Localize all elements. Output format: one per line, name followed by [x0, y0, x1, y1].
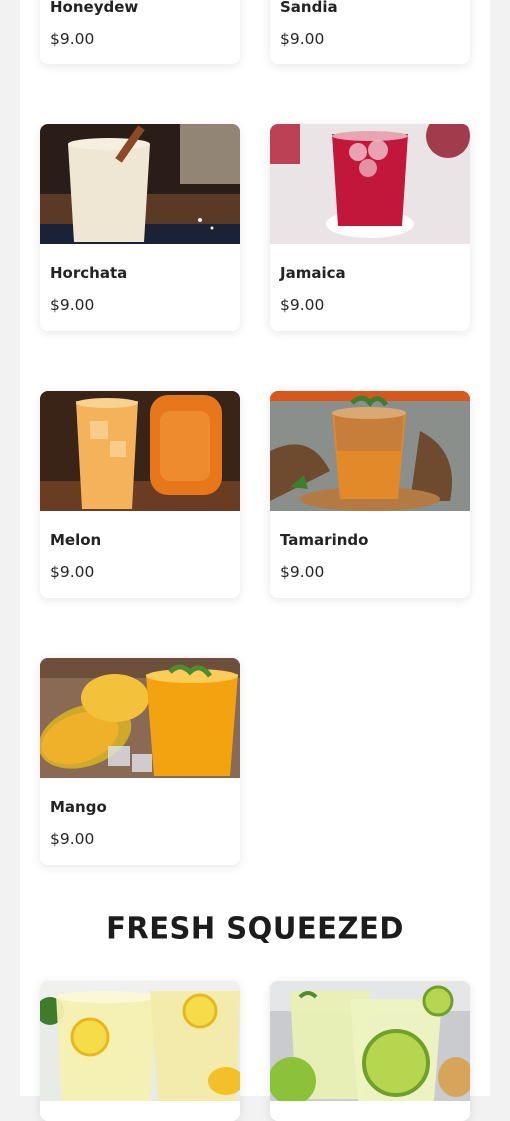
product-name: Mango — [50, 798, 107, 816]
mango-image — [40, 658, 240, 778]
lemonade-image — [40, 981, 240, 1101]
product-name: Horchata — [50, 264, 128, 282]
product-price: $9.00 — [50, 296, 95, 314]
melon-image — [40, 391, 240, 511]
product-name: Sandia — [280, 0, 338, 16]
product-name: Tamarindo — [280, 531, 369, 549]
section-title-fresh-squeezed: FRESH SQUEEZED — [106, 910, 404, 946]
product-card-jamaica[interactable]: Jamaica $9.00 — [270, 124, 470, 331]
tamarindo-image — [270, 391, 470, 511]
product-card-mango[interactable]: Mango $9.00 — [40, 658, 240, 865]
product-name: Honeydew — [50, 0, 139, 16]
product-card-horchata[interactable]: Horchata $9.00 — [40, 124, 240, 331]
product-card-honeydew[interactable]: Honeydew $9.00 — [40, 0, 240, 64]
product-price: $9.00 — [50, 563, 95, 581]
limonada-image — [270, 981, 470, 1101]
product-card-tamarindo[interactable]: Tamarindo $9.00 — [270, 391, 470, 598]
product-card-limonada[interactable] — [270, 981, 470, 1121]
product-card-sandia[interactable]: Sandia $9.00 — [270, 0, 470, 64]
product-price: $9.00 — [50, 30, 95, 48]
product-price: $9.00 — [280, 563, 325, 581]
product-price: $9.00 — [280, 296, 325, 314]
product-name: Jamaica — [280, 264, 346, 282]
horchata-image — [40, 124, 240, 244]
product-price: $9.00 — [280, 30, 325, 48]
product-name: Melon — [50, 531, 102, 549]
product-price: $9.00 — [50, 830, 95, 848]
product-card-lemonade[interactable] — [40, 981, 240, 1121]
jamaica-image — [270, 124, 470, 244]
product-card-melon[interactable]: Melon $9.00 — [40, 391, 240, 598]
